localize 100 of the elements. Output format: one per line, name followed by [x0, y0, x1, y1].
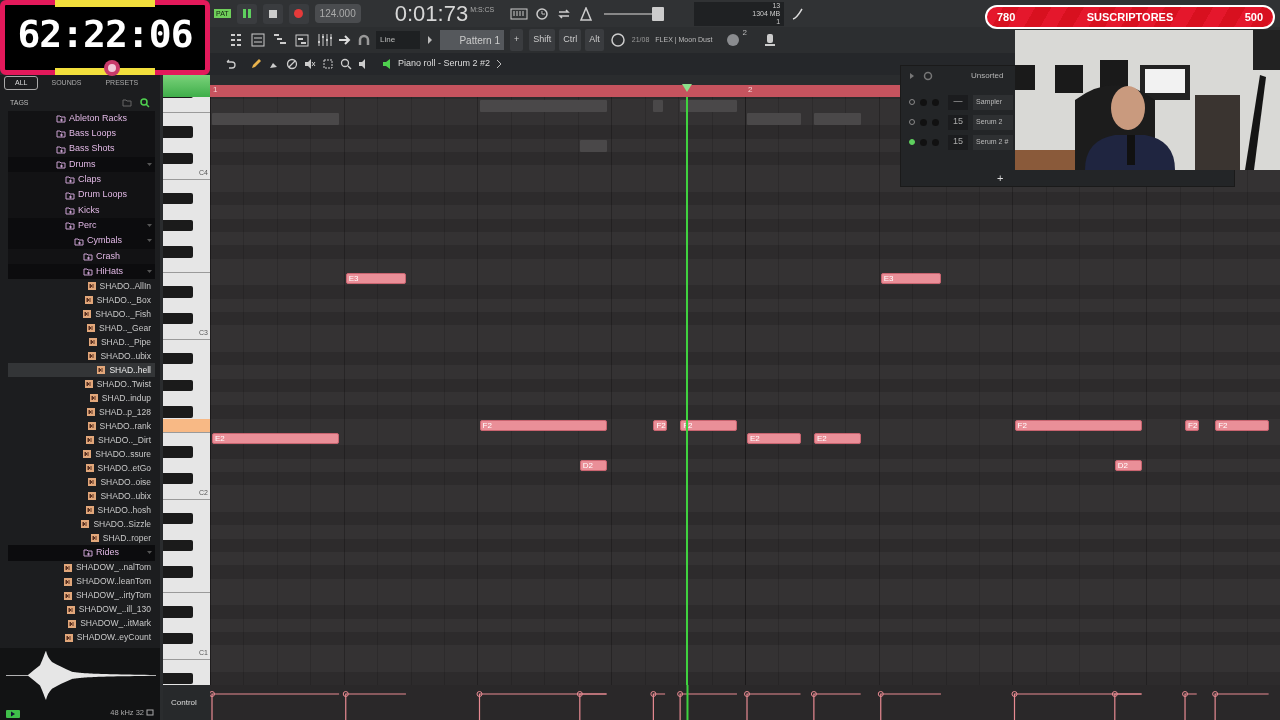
folder-item[interactable]: Bass Loops: [8, 126, 155, 142]
mixer-track-field[interactable]: 15: [948, 134, 968, 150]
file-item[interactable]: SHADO.._Fish: [8, 307, 155, 322]
file-item[interactable]: SHADO..ubix: [8, 349, 155, 364]
play-button[interactable]: [6, 710, 20, 718]
play-button[interactable]: [236, 3, 257, 24]
folder-item[interactable]: Drum Loops: [8, 187, 155, 203]
settings-icon[interactable]: [923, 71, 933, 81]
loop-icon[interactable]: [556, 6, 573, 21]
record-button[interactable]: [288, 3, 309, 24]
file-item[interactable]: SHAD.._Pipe: [8, 335, 155, 350]
file-item[interactable]: SHAD.._Gear: [8, 321, 155, 336]
mixer-icon[interactable]: [316, 32, 332, 48]
velocity-marker[interactable]: [1111, 691, 1143, 720]
group-label[interactable]: Unsorted: [971, 70, 1004, 82]
piano-key[interactable]: [163, 673, 193, 685]
timeline-bar[interactable]: 1 2: [210, 85, 900, 97]
speaker-icon[interactable]: [382, 58, 392, 70]
file-item[interactable]: SHADOW_..nalTom: [8, 560, 155, 575]
piano-key[interactable]: [163, 313, 193, 325]
piano-key[interactable]: [163, 473, 193, 485]
velocity-marker[interactable]: [342, 691, 407, 720]
piano-key[interactable]: [163, 513, 193, 525]
file-item[interactable]: SHADO..hosh: [8, 503, 155, 518]
file-item[interactable]: SHADO..oise: [8, 475, 155, 490]
caret-icon[interactable]: [426, 35, 434, 45]
loop-icon[interactable]: [146, 708, 154, 716]
caret-icon[interactable]: [496, 59, 503, 69]
file-item[interactable]: SHADO.._Box: [8, 293, 155, 308]
file-item[interactable]: SHAD..hell: [8, 363, 155, 378]
delete-icon[interactable]: [286, 58, 298, 70]
search-icon[interactable]: [140, 98, 150, 108]
velocity-marker[interactable]: [650, 691, 666, 720]
mixer-track-field[interactable]: 15: [948, 114, 968, 130]
control-lane-label[interactable]: Control: [171, 696, 197, 709]
mute-icon[interactable]: [304, 58, 316, 70]
add-channel-button[interactable]: +: [997, 173, 1004, 184]
file-item[interactable]: SHADO..etGo: [8, 461, 155, 476]
playlist-icon[interactable]: [294, 32, 310, 48]
piano-key[interactable]: [163, 633, 193, 645]
stop-button[interactable]: [262, 3, 283, 24]
piano-key[interactable]: [163, 379, 193, 391]
velocity-marker[interactable]: [744, 691, 802, 720]
file-item[interactable]: SHADO..ubix: [8, 489, 155, 504]
keyboard-icon[interactable]: [510, 6, 529, 21]
file-item[interactable]: SHADO.._Dirt: [8, 433, 155, 448]
file-item[interactable]: SHADO..ssure: [8, 447, 155, 462]
file-item[interactable]: SHADOW..leanTom: [8, 574, 155, 589]
velocity-marker[interactable]: [810, 691, 862, 720]
file-item[interactable]: SHADO..rank: [8, 419, 155, 434]
globe-icon[interactable]: [726, 33, 741, 47]
timer-icon[interactable]: [534, 6, 551, 21]
add-pattern-button[interactable]: +: [510, 29, 524, 51]
modifier-button[interactable]: Shift: [529, 29, 556, 51]
pencil-icon[interactable]: [250, 58, 262, 70]
step-sequencer-icon[interactable]: [228, 32, 244, 48]
select-icon[interactable]: [322, 58, 334, 70]
piano-key[interactable]: [163, 353, 193, 365]
folder-item[interactable]: Cymbals: [8, 233, 155, 249]
file-item[interactable]: SHADOW..eyCount: [8, 630, 155, 645]
playhead-marker[interactable]: [682, 84, 693, 92]
tempo-display[interactable]: 124.000: [314, 4, 361, 23]
velocity-marker[interactable]: [877, 691, 942, 720]
channel-led[interactable]: [909, 139, 915, 145]
file-item[interactable]: SHADO..AllIn: [8, 279, 155, 294]
arrow-icon[interactable]: [338, 34, 352, 46]
velocity-marker[interactable]: [1212, 691, 1270, 720]
piano-key[interactable]: [163, 219, 193, 231]
piano-key[interactable]: [163, 193, 193, 205]
velocity-marker[interactable]: [677, 691, 738, 720]
metronome-icon[interactable]: [578, 6, 595, 21]
list-icon[interactable]: [250, 32, 266, 48]
file-item[interactable]: SHADOW_..irtyTom: [8, 588, 155, 603]
piano-key[interactable]: [163, 539, 193, 551]
velocity-marker[interactable]: [210, 691, 340, 720]
folder-item[interactable]: Perc: [8, 218, 155, 234]
mixer-track-field[interactable]: —: [948, 94, 968, 110]
undo-icon[interactable]: [224, 58, 236, 70]
folder-item[interactable]: Ableton Racks: [8, 111, 155, 127]
plugin-icon[interactable]: [762, 32, 777, 48]
control-lane[interactable]: [210, 685, 1280, 720]
help-icon[interactable]: [609, 32, 626, 48]
file-item[interactable]: SHADO..Twist: [8, 377, 155, 392]
piano-key[interactable]: [163, 153, 193, 165]
file-item[interactable]: SHADO..Sizzle: [8, 517, 155, 532]
magnet-icon[interactable]: [358, 34, 370, 46]
file-item[interactable]: SHAD..indup: [8, 391, 155, 406]
file-item[interactable]: SHAD..p_128: [8, 405, 155, 420]
file-item[interactable]: SHADOW_..itMark: [8, 616, 155, 631]
slider-thumb[interactable]: [652, 6, 665, 21]
folder-item[interactable]: Claps: [8, 172, 155, 188]
velocity-marker[interactable]: [576, 691, 608, 720]
velocity-marker[interactable]: [1182, 691, 1198, 720]
file-item[interactable]: SHADOW_..ill_130: [8, 602, 155, 617]
snap-dropdown[interactable]: Line: [376, 31, 420, 49]
file-item[interactable]: SHAD..roper: [8, 531, 155, 546]
modifier-button[interactable]: Alt: [585, 29, 604, 51]
pattern-selector[interactable]: Pattern 1: [440, 30, 504, 50]
folder-item[interactable]: Rides: [8, 545, 155, 561]
play-icon[interactable]: [909, 72, 915, 80]
